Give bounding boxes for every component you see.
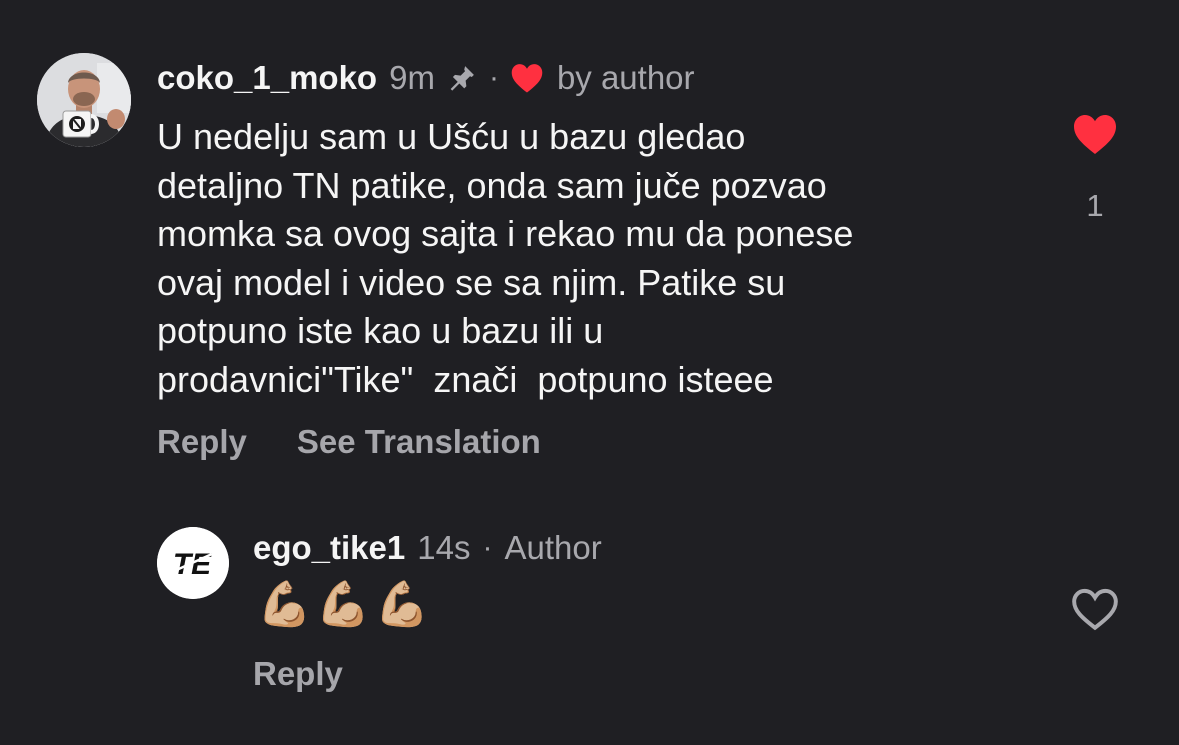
separator-dot: · xyxy=(482,531,493,564)
heart-filled-icon[interactable] xyxy=(1071,111,1119,157)
author-badge: Author xyxy=(504,529,602,566)
liked-by-author-label: by author xyxy=(556,59,695,96)
comments-screen: coko_1_moko 9m · by author U nedelju sam… xyxy=(0,0,1179,745)
reply-text: 💪🏼💪🏼💪🏼 xyxy=(257,580,434,629)
reply-avatar[interactable]: TE xyxy=(157,527,229,599)
comment-timestamp: 9m xyxy=(389,59,435,96)
reply-header: ego_tike1 14s · Author xyxy=(253,527,602,569)
brand-logo: TE xyxy=(157,527,229,599)
comment-text: U nedelju sam u Ušću u bazu gledao detal… xyxy=(157,116,854,400)
reply-username[interactable]: ego_tike1 xyxy=(253,529,405,567)
avatar[interactable] xyxy=(37,53,131,147)
avatar-photo xyxy=(37,53,131,147)
heart-filled-icon xyxy=(509,62,545,94)
heart-outline-icon[interactable] xyxy=(1070,586,1120,632)
comment-actions: Reply See Translation xyxy=(157,423,541,461)
separator-dot: · xyxy=(488,61,499,94)
see-translation-button[interactable]: See Translation xyxy=(297,423,541,461)
pin-icon xyxy=(447,63,477,93)
reply-button[interactable]: Reply xyxy=(157,423,247,461)
reply-timestamp: 14s xyxy=(417,529,471,566)
comment-username[interactable]: coko_1_moko xyxy=(157,59,377,97)
svg-text:TE: TE xyxy=(173,548,212,581)
comment-header: coko_1_moko 9m · by author xyxy=(157,56,695,100)
like-count[interactable]: 1 xyxy=(1070,188,1120,224)
reply-reply-button[interactable]: Reply xyxy=(253,655,343,693)
